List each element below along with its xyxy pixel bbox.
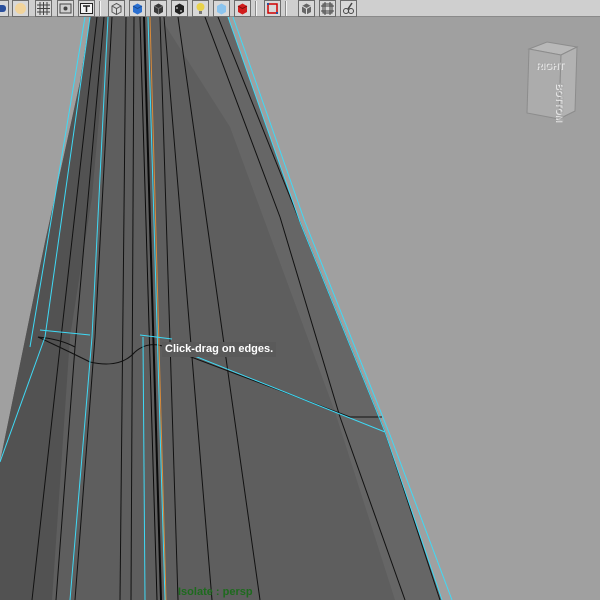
panel-toolbar <box>0 0 600 17</box>
grid-icon <box>37 2 50 15</box>
default-light-icon <box>196 3 205 14</box>
smooth-shade-button[interactable] <box>129 0 146 17</box>
hud-isolate-label: Isolate : persp <box>178 586 253 598</box>
xray-icon <box>267 3 278 14</box>
viewcube-face-right[interactable]: RIGHT <box>536 61 564 71</box>
shaded-cube-icon <box>153 3 164 15</box>
smooth-shade-cube-icon <box>132 3 143 15</box>
film-gate-button[interactable] <box>57 0 74 17</box>
all-lights-button[interactable] <box>213 0 230 17</box>
viewcube-shape <box>526 41 579 120</box>
text-icon <box>80 3 93 14</box>
grid-toggle-icon <box>321 2 334 15</box>
viewcube[interactable]: RIGHT BOTTOM <box>523 39 579 123</box>
light-bulb-icon <box>15 3 26 14</box>
textured-cube-icon <box>175 3 184 15</box>
grid-button[interactable] <box>35 0 52 17</box>
default-light-button[interactable] <box>192 0 209 17</box>
camera-tool-button[interactable] <box>340 0 357 17</box>
resolution-gate-button[interactable] <box>78 0 95 17</box>
toolbar-separator <box>99 1 101 16</box>
camera-tool-icon <box>343 2 354 14</box>
shaded-button[interactable] <box>150 0 167 17</box>
shadows-cube-icon <box>237 3 248 15</box>
film-gate-icon <box>59 3 72 14</box>
xray-button[interactable] <box>264 0 281 17</box>
isolate-select-icon <box>301 3 312 15</box>
toolbar-separator <box>255 1 257 16</box>
wireframe-cube-icon <box>111 2 122 15</box>
wireframe-button[interactable] <box>108 0 125 17</box>
perspective-viewport[interactable]: RIGHT BOTTOM <box>0 17 600 600</box>
toolbar-separator <box>285 1 287 16</box>
textured-button[interactable] <box>171 0 188 17</box>
lighting-button[interactable] <box>12 0 29 17</box>
shadows-button[interactable] <box>234 0 251 17</box>
grid-toggle-button[interactable] <box>319 0 336 17</box>
model-mesh[interactable] <box>0 17 600 600</box>
tool-hint-tooltip: Click-drag on edges. <box>162 342 277 357</box>
viewcube-face-bottom[interactable]: BOTTOM <box>555 83 565 122</box>
all-lights-icon <box>217 3 226 15</box>
select-camera-button[interactable] <box>0 0 9 17</box>
viewport-window: RIGHT BOTTOM Click-drag on edges. Isolat… <box>0 0 600 600</box>
isolate-select-button[interactable] <box>298 0 315 17</box>
select-camera-icon <box>0 5 6 12</box>
